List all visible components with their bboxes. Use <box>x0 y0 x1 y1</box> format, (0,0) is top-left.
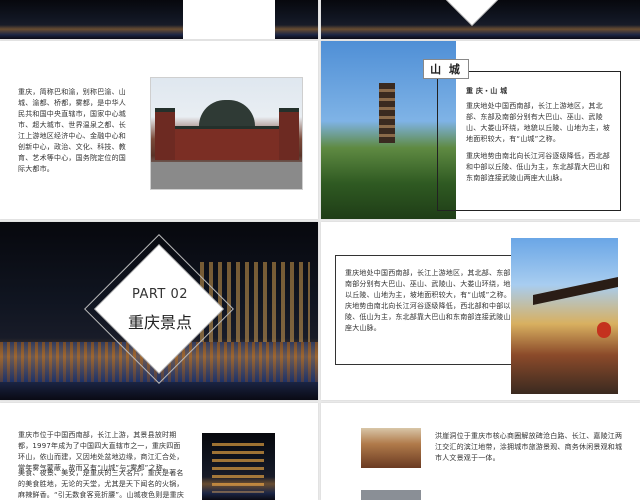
slide-thumb-temple[interactable]: 重庆地处中国西南部，长江上游地区，其北部、东部及南部分别有大巴山、巫山、武陵山、… <box>321 222 640 400</box>
street-lights <box>212 443 264 493</box>
nightlife-para2: 美食、夜景、美女，是重庆的三大名片，重庆是著名的美食胜地，无论的天堂，尤其是天下… <box>18 469 185 499</box>
mountain-city-tag: 山 城 <box>423 59 469 79</box>
hall-tower-right <box>279 108 299 160</box>
hall-plaza <box>151 162 302 189</box>
slide-thumb-intro[interactable]: 重庆，简称巴和渝，别称巴渝、山城、渝都、桥都，雾都，是中华人民共和国中央直辖市，… <box>0 41 318 219</box>
pagoda-tower <box>379 83 395 143</box>
temple-roof <box>533 276 618 306</box>
night-bridge-photo <box>275 0 318 39</box>
hall-dome <box>199 100 255 126</box>
section-title: 重庆景点 <box>127 313 192 332</box>
mountain-city-para2: 重庆地势由南北向长江河谷逐级降低，西北部和中部以丘陵、低山为主，东北部靠大巴山和… <box>466 152 610 182</box>
night-street-photo <box>202 433 275 500</box>
part-number: PART 02 <box>131 287 189 302</box>
great-hall-photo <box>150 77 303 190</box>
temple-eaves-photo <box>511 238 618 394</box>
mountain-city-heading: 重 庆・山 城 <box>466 87 508 95</box>
slide-thumb-section-divider[interactable]: PART 02 重庆景点 <box>0 222 318 400</box>
slide-thumb-top-left[interactable] <box>0 0 318 39</box>
hall-tower-left <box>155 108 175 160</box>
hongyadong-small-photo <box>361 490 421 500</box>
hall-body <box>169 126 286 160</box>
slide-thumb-top-right[interactable] <box>321 0 640 39</box>
slide-thumb-mountain-city[interactable]: 山 城 重 庆・山 城 重庆地处中国西南部，长江上游地区，其北部、东部及南部分别… <box>321 41 640 219</box>
mountain-city-para1: 重庆地处中国西南部，长江上游地区，其北部、东部及南部分别有大巴山、巫山、武陵山、… <box>466 102 610 143</box>
night-city-photo <box>0 0 183 39</box>
slide-thumb-nightlife[interactable]: 重庆市位于中国西南部，长江上游，其景县放时期都，1997年成为了中国四大直辖市之… <box>0 403 318 500</box>
hongyadong-body-text: 洪崖洞位于重庆市核心商圈解放碑沧白路、长江、嘉陵江两江交汇的滨江地带，涂拥城市旅… <box>435 432 623 462</box>
red-lantern <box>597 322 611 338</box>
intro-text: 重庆，简称巴和渝，别称巴渝、山城、渝都、桥都，雾都，是中华人民共和国中央直辖市，… <box>18 88 126 173</box>
temple-body-text: 重庆地处中国西南部，长江上游地区，其北部、东部及南部分别有大巴山、巫山、武陵山、… <box>345 269 519 332</box>
hongyadong-day-photo <box>361 428 421 468</box>
slide-overview-canvas: 重庆，简称巴和渝，别称巴渝、山城、渝都、桥都，雾都，是中华人民共和国中央直辖市，… <box>0 0 640 500</box>
slide-thumb-hongyadong[interactable]: 洪崖洞位于重庆市核心商圈解放碑沧白路、长江、嘉陵江两江交汇的滨江地带，涂拥城市旅… <box>321 403 640 500</box>
